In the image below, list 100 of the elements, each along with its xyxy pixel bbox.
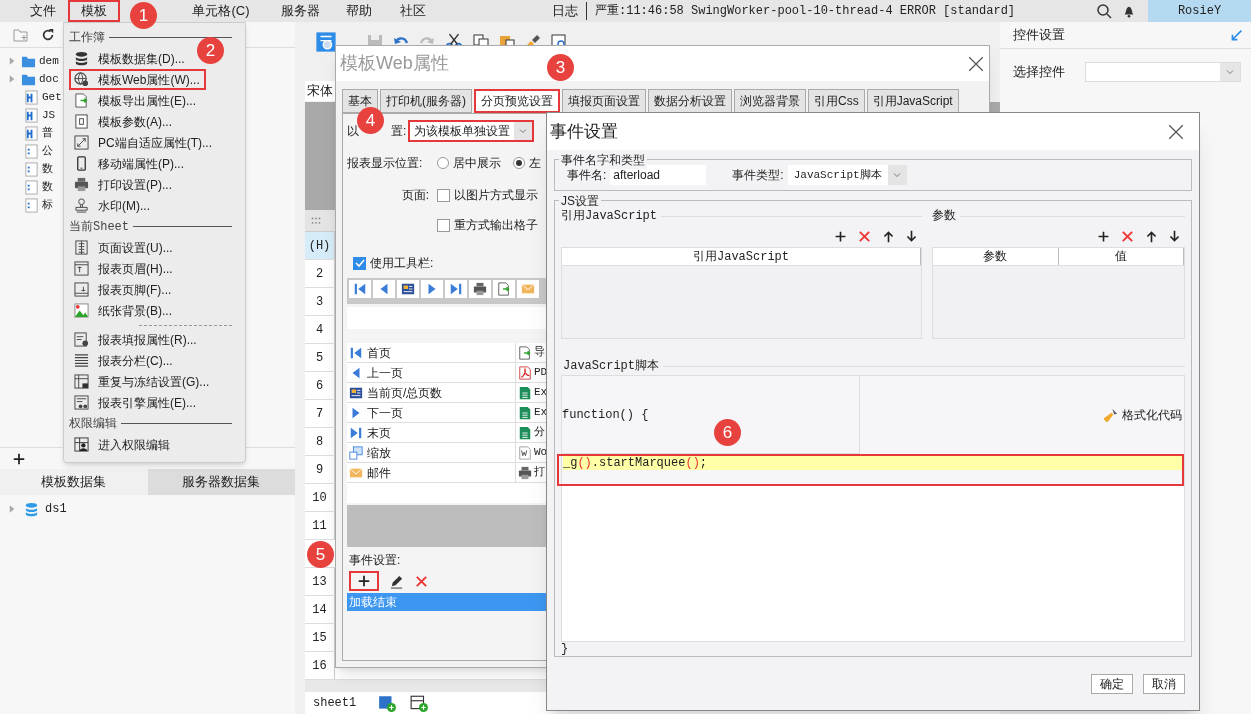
button-option[interactable]: 分 [534,424,545,441]
radio-option[interactable]: 居中展示 [437,154,501,172]
button-option[interactable]: 邮件 [367,463,391,482]
file-name[interactable]: 公 [42,142,53,160]
down-arrow-icon[interactable] [905,229,918,243]
close-icon[interactable] [967,54,985,73]
button-option[interactable]: 打 [534,464,545,481]
button-option[interactable]: 末页 [367,423,391,442]
file-name[interactable]: 标 [42,196,53,214]
menu-item[interactable]: 报表页眉(H)... [69,258,179,279]
menu-item[interactable]: 重复与冻结设置(G)... [69,371,216,392]
button-option[interactable]: 上一页 [367,363,403,382]
plus-icon[interactable] [834,229,847,243]
bell-icon[interactable] [1122,4,1136,18]
last-page-icon[interactable] [449,282,463,296]
plus-icon[interactable] [1097,229,1110,243]
delete-icon[interactable] [857,228,872,244]
button-option[interactable]: 下一页 [367,403,403,422]
dialog-button[interactable]: 确定 [1091,673,1133,694]
menu-item[interactable]: 纸张背景(B)... [69,300,178,321]
menu-item[interactable]: 页面设置(U)... [69,237,179,258]
format-code-button[interactable]: 格式化代码 [1103,406,1182,424]
checkbox[interactable] [437,218,450,232]
menu-item[interactable]: 模板数据集(D)... [69,48,191,69]
file-name[interactable]: doc [39,70,59,88]
page-card-icon[interactable] [401,282,415,296]
menu-item[interactable]: 帮助 [333,0,385,22]
font-field[interactable]: 宋体 [305,81,335,101]
checkbox[interactable] [353,256,366,270]
menu-item[interactable]: 模板Web属性(W)... [69,69,206,90]
button-option[interactable]: 缩放 [367,443,391,462]
scope-select[interactable]: 为该模板单独设置 [408,120,535,142]
menu-item[interactable]: 文件 [18,0,68,22]
dialog-tab[interactable]: 基本 [342,89,378,113]
close-icon[interactable] [1167,122,1185,141]
printer-icon[interactable] [473,282,487,296]
up-arrow-icon[interactable] [882,229,895,243]
row-header[interactable]: (H) [305,232,335,259]
radio-button[interactable] [513,157,525,169]
menu-item[interactable]: 报表填报属性(R)... [69,329,203,350]
dialog-tab[interactable]: 填报页面设置 [562,89,646,113]
menu-item[interactable]: 社区 [385,0,441,22]
preview-icon[interactable] [315,31,337,53]
menu-item[interactable]: 模板导出属性(E)... [69,90,202,111]
file-name[interactable]: Get [42,88,62,106]
down-arrow-icon[interactable] [1168,229,1181,243]
dialog-tab[interactable]: 浏览器背景 [734,89,806,113]
delete-icon[interactable] [414,573,429,589]
button-option[interactable]: Ex [534,384,548,401]
dialog-tab[interactable]: 打印机(服务器) [380,89,472,113]
menu-item[interactable]: 报表页脚(F)... [69,279,178,300]
delete-icon[interactable] [1120,228,1135,244]
column-header[interactable]: 值 [1058,248,1184,265]
menu-item[interactable]: 进入权限编辑 [69,434,176,455]
menu-item[interactable]: 模板参数(A)... [69,111,178,132]
refresh-icon[interactable] [41,27,55,42]
checkbox-option[interactable]: 以图片方式显示 [437,186,538,204]
export-page-icon[interactable] [497,282,511,296]
radio-option[interactable]: 左 [513,154,541,172]
dataset-name[interactable]: ds1 [45,500,67,518]
event-type-select[interactable]: JavaScript脚本 [787,165,907,185]
dialog-tab[interactable]: 引用JavaScript [866,89,959,113]
menu-item[interactable]: 模板 [68,0,120,22]
file-name[interactable]: 数 [42,160,53,178]
button-option[interactable]: Wo [534,444,548,461]
event-name-field[interactable]: afterload [610,165,707,185]
menu-item[interactable]: 单元格(C) [175,0,267,22]
pencil-icon[interactable] [389,573,404,589]
button-option[interactable]: Ex [534,404,548,421]
column-header[interactable]: 引用JavaScript [562,248,921,265]
dialog-tab[interactable]: 数据分析设置 [648,89,732,113]
first-page-icon[interactable] [353,282,367,296]
menu-item[interactable]: 打印设置(P)... [69,174,178,195]
menu-item[interactable]: PC端自适应属性(T)... [69,132,218,153]
checkbox-option[interactable]: 重方式输出格子 [437,216,538,234]
dialog-tab[interactable]: 引用Css [808,89,865,113]
checkbox-option[interactable]: 使用工具栏: [353,254,434,272]
menu-item[interactable]: 移动端属性(P)... [69,153,190,174]
panel-tab[interactable]: 服务器数据集 [147,469,295,495]
radio-button[interactable] [437,157,449,169]
pin-icon[interactable] [1230,28,1243,42]
file-name[interactable]: dem [39,52,59,70]
menu-item[interactable]: 服务器 [267,0,333,22]
log-label[interactable]: 日志 [552,1,578,21]
menu-item[interactable]: 报表引擎属性(E)... [69,392,202,413]
panel-tab[interactable]: 模板数据集 [0,469,148,495]
dialog-tab[interactable]: 分页预览设置 [474,89,560,113]
search-icon[interactable] [1096,3,1112,19]
add-sheet-icon[interactable] [378,694,397,712]
dialog-button[interactable]: 取消 [1143,673,1185,694]
file-name[interactable]: 数 [42,178,53,196]
add-form-sheet-icon[interactable] [410,694,429,712]
file-name[interactable]: 普 [42,124,53,142]
checkbox[interactable] [437,188,450,202]
add-dropdown-button[interactable] [349,571,379,591]
file-name[interactable]: JS [42,106,56,124]
button-option[interactable]: 当前页/总页数 [367,383,443,402]
menu-item[interactable]: 水印(M)... [69,195,156,216]
menu-item[interactable]: 报表分栏(C)... [69,350,179,371]
add-dropdown-button[interactable] [12,451,26,466]
